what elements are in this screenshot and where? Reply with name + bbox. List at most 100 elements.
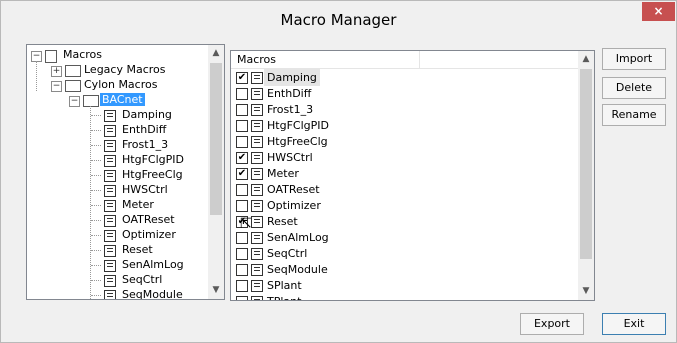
expand-toggle-icon[interactable]: + <box>51 66 62 77</box>
checkbox[interactable] <box>236 248 248 260</box>
macro-icon <box>251 72 263 84</box>
macro-icon <box>251 184 263 196</box>
scroll-up-icon[interactable]: ▲ <box>208 45 224 62</box>
checkbox[interactable] <box>236 296 248 300</box>
macro-icon <box>104 125 116 137</box>
tree-connector <box>91 265 101 266</box>
tree-node-label[interactable]: HtgFClgPID <box>122 152 184 168</box>
folder-icon <box>65 65 81 77</box>
list-item-label: OATReset <box>267 183 320 196</box>
import-button[interactable]: Import <box>602 48 666 70</box>
tree-connector <box>90 106 91 299</box>
checkbox[interactable] <box>236 232 248 244</box>
macro-list[interactable]: Macros ✔ Damping EnthDiff Frost1_3 HtgFClgPI… <box>230 50 595 301</box>
rename-button[interactable]: Rename <box>602 104 666 126</box>
close-button[interactable]: × <box>642 2 675 21</box>
tree-node-label[interactable]: Meter <box>122 197 154 213</box>
tree-label: Macros <box>63 48 103 61</box>
tree-node-bacnet[interactable]: BACnet <box>100 92 145 108</box>
tree-connector <box>91 160 101 161</box>
tree-connector <box>91 130 101 131</box>
tree-node-label[interactable]: SeqCtrl <box>122 272 162 288</box>
scroll-thumb[interactable] <box>580 69 592 259</box>
macro-tree[interactable]: − Macros + Legacy Macros − Cylon Macros … <box>26 44 225 300</box>
title-bar[interactable]: Macro Manager × <box>1 1 676 40</box>
export-button[interactable]: Export <box>520 313 584 335</box>
column-separator[interactable] <box>419 51 420 68</box>
list-item-label: TPlant <box>267 293 301 300</box>
checkbox[interactable] <box>236 280 248 292</box>
macro-icon <box>251 248 263 260</box>
tree-node-label[interactable]: EnthDiff <box>122 122 166 138</box>
list-item-label: Frost1_3 <box>267 103 314 116</box>
list-header: Macros <box>231 51 578 69</box>
macro-icon <box>251 296 263 300</box>
tree-label: Legacy Macros <box>84 63 166 76</box>
checkbox[interactable]: ✔ <box>236 152 248 164</box>
checkbox[interactable] <box>236 200 248 212</box>
tree-connector <box>36 61 37 91</box>
list-scrollbar[interactable]: ▲ ▼ <box>578 51 594 300</box>
tree-connector <box>91 175 101 176</box>
column-header-macros[interactable]: Macros <box>237 53 276 66</box>
collapse-toggle-icon[interactable]: − <box>69 96 80 107</box>
checkbox[interactable] <box>236 88 248 100</box>
checkbox[interactable]: ✔ <box>236 72 248 84</box>
checkbox[interactable] <box>236 184 248 196</box>
macro-icon <box>104 170 116 182</box>
open-folder-icon <box>83 95 99 107</box>
tree-label: Cylon Macros <box>84 78 158 91</box>
macro-icon <box>104 110 116 122</box>
collapse-toggle-icon[interactable]: − <box>51 81 62 92</box>
scroll-up-icon[interactable]: ▲ <box>578 51 594 68</box>
exit-button[interactable]: Exit <box>602 313 666 335</box>
macro-icon <box>251 232 263 244</box>
tree-node-label[interactable]: Damping <box>122 107 172 123</box>
tree-connector <box>91 220 101 221</box>
tree-node-label[interactable]: OATReset <box>122 212 175 228</box>
macro-icon <box>104 140 116 152</box>
tree-connector <box>91 280 101 281</box>
scroll-down-icon[interactable]: ▼ <box>208 282 224 299</box>
macro-icon <box>251 136 263 148</box>
tree-node-macros[interactable]: Macros <box>63 47 102 63</box>
macro-icon <box>251 168 263 180</box>
checkbox[interactable] <box>236 136 248 148</box>
delete-button[interactable]: Delete <box>602 77 666 99</box>
window-title: Macro Manager <box>280 11 397 29</box>
checkbox[interactable]: ✔ <box>236 168 248 180</box>
macro-icon <box>104 260 116 272</box>
tree-node-label[interactable]: SenAlmLog <box>122 257 184 273</box>
macro-icon <box>104 245 116 257</box>
list-item-label: EnthDiff <box>267 87 312 100</box>
tree-node-cylon-macros[interactable]: Cylon Macros <box>84 77 157 93</box>
tree-connector <box>91 145 101 146</box>
tree-node-label[interactable]: Frost1_3 <box>122 137 168 153</box>
list-item-label: Damping <box>264 69 320 86</box>
list-item-label: Meter <box>267 167 299 180</box>
tree-node-label[interactable]: SeqModule <box>122 287 183 299</box>
tree-scrollbar[interactable]: ▲ ▼ <box>208 45 224 299</box>
list-item-label: Optimizer <box>267 199 321 212</box>
tree-node-label[interactable]: HWSCtrl <box>122 182 168 198</box>
list-item-label: HtgFreeClg <box>267 135 328 148</box>
tree-node-label[interactable]: Reset <box>122 242 153 258</box>
tree-node-label[interactable]: HtgFreeClg <box>122 167 183 183</box>
macro-icon <box>104 290 116 299</box>
tree-node-label[interactable]: Optimizer <box>122 227 176 243</box>
macro-icon <box>251 216 263 228</box>
checkbox[interactable] <box>236 120 248 132</box>
macro-icon <box>251 88 263 100</box>
tree-node-legacy-macros[interactable]: Legacy Macros <box>84 62 166 78</box>
macro-icon <box>251 120 263 132</box>
checkbox[interactable] <box>236 104 248 116</box>
tree-connector <box>91 115 101 116</box>
tree-connector <box>91 205 101 206</box>
macro-icon <box>104 215 116 227</box>
scroll-thumb[interactable] <box>210 63 222 215</box>
checkbox[interactable] <box>236 264 248 276</box>
list-item-label: HWSCtrl <box>267 151 313 164</box>
mouse-pointer-icon: ⇱ <box>240 216 252 232</box>
scroll-down-icon[interactable]: ▼ <box>578 283 594 300</box>
tree-label: BACnet <box>100 93 145 106</box>
